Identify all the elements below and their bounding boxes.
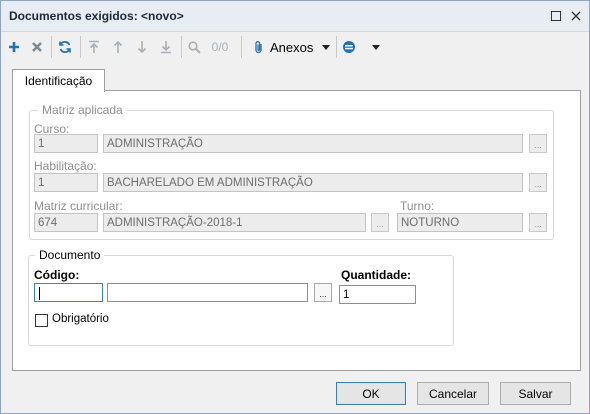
- first-record-icon[interactable]: [85, 38, 103, 56]
- window-title: Documentos exigidos: <novo>: [9, 9, 184, 23]
- matriz-code-field: 674: [34, 213, 98, 232]
- attachments-button[interactable]: Anexos: [270, 38, 316, 56]
- quantidade-label: Quantidade:: [341, 268, 412, 282]
- close-icon[interactable]: [567, 7, 585, 25]
- toolbar-separator: [80, 36, 81, 58]
- matriz-curricular-label: Matriz curricular:: [34, 199, 123, 213]
- next-record-icon[interactable]: [133, 38, 151, 56]
- maximize-icon[interactable]: [547, 7, 565, 25]
- tab-panel: Matriz aplicada Curso: 1 ADMINISTRAÇÃO .…: [12, 90, 581, 371]
- delete-icon[interactable]: [29, 38, 45, 56]
- toolbar-separator: [241, 36, 242, 58]
- curso-name-field: ADMINISTRAÇÃO: [103, 134, 523, 153]
- codigo-label: Código:: [34, 268, 80, 282]
- page-indicator: 0/0: [211, 40, 229, 54]
- title-bar: Documentos exigidos: <novo>: [1, 1, 589, 32]
- turno-lookup-button[interactable]: ...: [529, 213, 547, 232]
- quantidade-input[interactable]: 1: [339, 285, 416, 304]
- search-icon[interactable]: [186, 38, 202, 56]
- habilitacao-label: Habilitação:: [34, 159, 97, 173]
- chevron-down-icon[interactable]: [320, 38, 332, 56]
- descricao-input[interactable]: [107, 283, 308, 302]
- dialog-window: Documentos exigidos: <novo> 0/0 Anexos I…: [0, 0, 590, 414]
- turno-field: NOTURNO: [397, 213, 523, 232]
- obrigatorio-label[interactable]: Obrigatório: [52, 313, 109, 325]
- curso-lookup-button[interactable]: ...: [529, 134, 547, 153]
- paperclip-icon[interactable]: [252, 38, 266, 56]
- habilitacao-name-field: BACHARELADO EM ADMINISTRAÇÃO: [103, 173, 523, 192]
- chevron-down-icon[interactable]: [370, 38, 382, 56]
- refresh-icon[interactable]: [56, 38, 74, 56]
- ok-button[interactable]: OK: [336, 382, 406, 405]
- codigo-input[interactable]: [34, 283, 103, 302]
- save-button[interactable]: Salvar: [500, 382, 571, 405]
- matriz-name-field: ADMINISTRAÇÃO-2018-1: [103, 213, 366, 232]
- habilitacao-code-field: 1: [34, 173, 98, 192]
- obrigatorio-checkbox[interactable]: [35, 314, 48, 327]
- habilitacao-lookup-button[interactable]: ...: [529, 173, 547, 192]
- documento-legend: Documento: [35, 248, 105, 262]
- turno-label: Turno:: [400, 199, 435, 213]
- toolbar-separator: [51, 36, 52, 58]
- codigo-lookup-button[interactable]: ...: [314, 283, 332, 302]
- matriz-legend: Matriz aplicada: [38, 103, 127, 117]
- toolbar-separator: [336, 36, 337, 58]
- options-icon[interactable]: [341, 38, 357, 56]
- previous-record-icon[interactable]: [109, 38, 127, 56]
- text-caret: [39, 287, 40, 300]
- add-icon[interactable]: [6, 38, 22, 56]
- toolbar: 0/0 Anexos: [1, 32, 589, 62]
- curso-code-field: 1: [34, 134, 98, 153]
- matriz-lookup-button[interactable]: ...: [371, 213, 389, 232]
- last-record-icon[interactable]: [157, 38, 175, 56]
- toolbar-separator: [181, 36, 182, 58]
- cancel-button[interactable]: Cancelar: [417, 382, 489, 405]
- tab-identificacao[interactable]: Identificação: [12, 69, 105, 92]
